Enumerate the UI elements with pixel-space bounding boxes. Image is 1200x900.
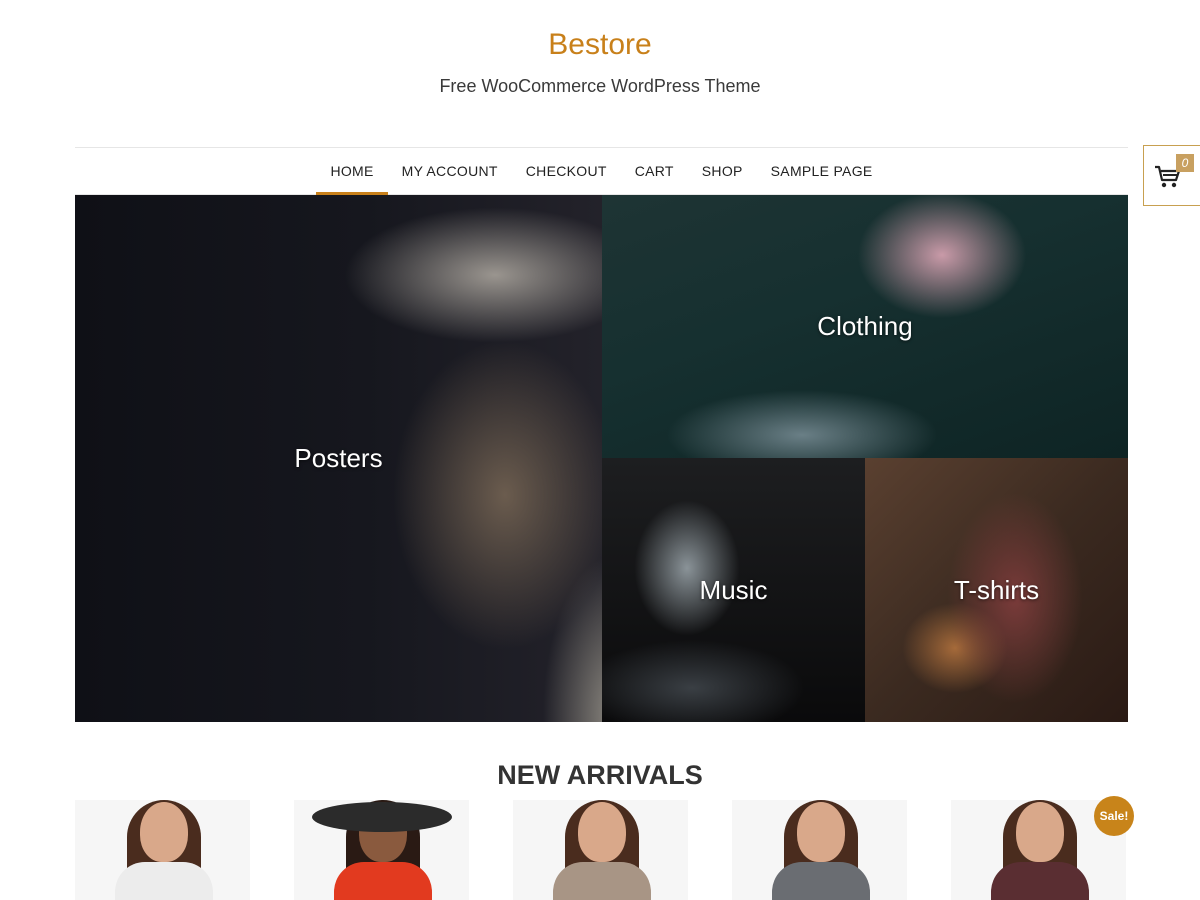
category-label-clothing: Clothing: [817, 311, 913, 341]
category-label-music: Music: [699, 574, 768, 605]
category-tile-clothing[interactable]: Clothing: [602, 195, 1128, 458]
site-title[interactable]: Bestore: [0, 28, 1200, 62]
nav-item-checkout[interactable]: CHECKOUT: [512, 148, 621, 194]
product-card[interactable]: [294, 800, 469, 900]
site-header: Bestore Free WooCommerce WordPress Theme: [0, 0, 1200, 146]
category-tile-tshirts[interactable]: T-shirts: [865, 458, 1128, 722]
category-grid: Posters Clothing Music T-shirts: [75, 195, 1128, 722]
nav-item-sample-page[interactable]: SAMPLE PAGE: [757, 148, 887, 194]
category-label-tshirts: T-shirts: [953, 574, 1040, 605]
product-list: [75, 800, 1128, 900]
product-card[interactable]: [75, 800, 250, 900]
cart-widget[interactable]: 0: [1143, 145, 1200, 206]
main-navigation: HOME MY ACCOUNT CHECKOUT CART SHOP SAMPL…: [75, 147, 1128, 195]
sale-badge: Sale!: [1094, 796, 1134, 836]
nav-item-shop[interactable]: SHOP: [688, 148, 757, 194]
category-tile-posters[interactable]: Posters: [75, 195, 602, 722]
nav-item-my-account[interactable]: MY ACCOUNT: [388, 148, 512, 194]
category-tile-music[interactable]: Music: [602, 458, 865, 722]
new-arrivals-heading: NEW ARRIVALS: [497, 760, 703, 790]
category-label-posters: Posters: [294, 443, 383, 473]
cart-count-badge: 0: [1176, 154, 1194, 172]
hat-image: [312, 802, 452, 832]
product-card[interactable]: [513, 800, 688, 900]
product-card[interactable]: [732, 800, 907, 900]
nav-item-cart[interactable]: CART: [621, 148, 688, 194]
site-tagline: Free WooCommerce WordPress Theme: [439, 76, 761, 96]
nav-item-home[interactable]: HOME: [316, 148, 388, 195]
